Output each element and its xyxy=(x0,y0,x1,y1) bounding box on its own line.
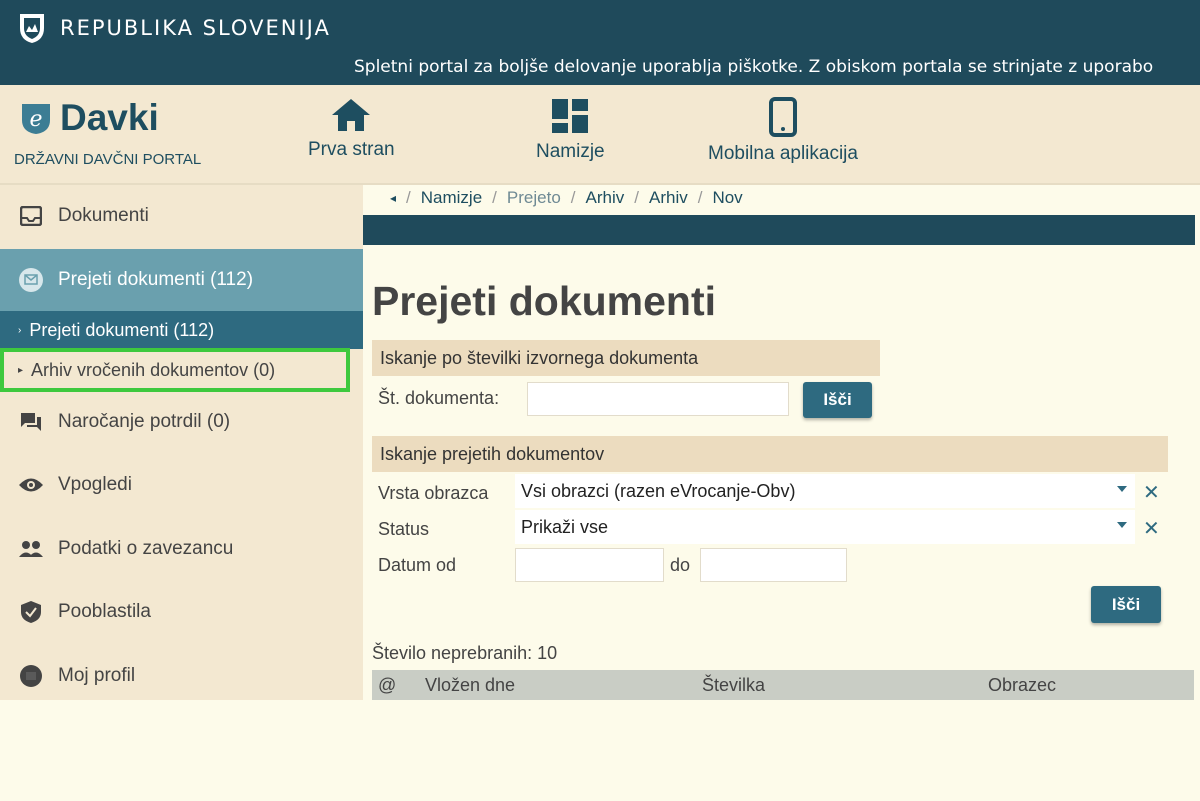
breadcrumb-item[interactable]: Nov xyxy=(712,188,742,208)
sidebar: Dokumenti Prejeti dokumenti (112) › Prej… xyxy=(0,185,363,700)
status-select[interactable]: Prikaži vse xyxy=(515,510,1135,544)
sidebar-sub-prejeti[interactable]: › Prejeti dokumenti (112) xyxy=(0,311,363,349)
logo-text: Davki xyxy=(60,97,159,138)
sidebar-item-label: Pooblastila xyxy=(58,601,151,622)
sidebar-item-podatki[interactable]: Podatki o zavezancu xyxy=(0,526,363,572)
shield-icon xyxy=(18,599,44,625)
page-title: Prejeti dokumenti xyxy=(372,278,717,324)
nav-home-label: Prva stran xyxy=(308,139,395,160)
inbox-icon xyxy=(18,203,44,229)
portal-subtitle: DRŽAVNI DAVČNI PORTAL xyxy=(14,151,202,168)
date-from-label: Datum od xyxy=(378,555,457,575)
sidebar-item-vpogledi[interactable]: Vpogledi xyxy=(0,462,363,508)
nav-namizje[interactable]: Namizje xyxy=(536,97,605,163)
form-type-select[interactable]: Vsi obrazci (razen eVrocanje-Obv) xyxy=(515,474,1135,508)
cookie-notice: Spletni portal za boljše delovanje upora… xyxy=(354,57,1154,77)
column-header-form[interactable]: Obrazec xyxy=(988,675,1056,696)
form-type-label: Vrsta obrazca xyxy=(378,483,489,503)
breadcrumb-item[interactable]: Namizje xyxy=(421,188,482,208)
breadcrumb: ◂ / Namizje / Prejeto / Arhiv / Arhiv / … xyxy=(390,188,743,208)
caret-right-icon: ▸ xyxy=(18,364,24,376)
clear-status-icon[interactable]: ✕ xyxy=(1143,516,1160,540)
sidebar-item-profil[interactable]: Moj profil xyxy=(0,653,363,699)
sidebar-sub-label: Prejeti dokumenti (112) xyxy=(29,319,215,340)
breadcrumb-item[interactable]: Arhiv xyxy=(586,188,625,208)
country-name: REPUBLIKA SLOVENIJA xyxy=(60,16,331,40)
breadcrumb-item[interactable]: Arhiv xyxy=(649,188,688,208)
search-doc-button[interactable]: Išči xyxy=(803,382,872,418)
edavki-logo[interactable]: e Davki xyxy=(18,97,159,139)
profile-icon xyxy=(18,663,44,689)
date-to-input[interactable] xyxy=(700,548,847,582)
sidebar-item-prejeti[interactable]: Prejeti dokumenti (112) xyxy=(0,249,363,311)
sidebar-item-dokumenti[interactable]: Dokumenti xyxy=(0,193,363,239)
unread-count: Število neprebranih: 10 xyxy=(372,643,558,663)
home-icon xyxy=(332,99,371,131)
chat-icon xyxy=(18,409,44,435)
form-type-value: Vsi obrazci (razen eVrocanje-Obv) xyxy=(521,480,796,501)
page-header-bar xyxy=(363,215,1195,245)
sidebar-item-label: Naročanje potrdil (0) xyxy=(58,411,231,432)
status-value: Prikaži vse xyxy=(521,516,609,537)
sidebar-item-label: Moj profil xyxy=(58,665,136,686)
eye-icon xyxy=(18,472,44,498)
svg-text:e: e xyxy=(29,107,42,132)
sidebar-item-label: Dokumenti xyxy=(58,205,149,226)
edavki-logo-icon: e xyxy=(22,104,50,134)
back-arrow-icon[interactable]: ◂ xyxy=(390,188,396,208)
dashboard-icon xyxy=(552,99,589,133)
header: e Davki DRŽAVNI DAVČNI PORTAL Prva stran… xyxy=(0,85,1200,185)
breadcrumb-item[interactable]: Prejeto xyxy=(507,188,561,208)
sidebar-item-label: Vpogledi xyxy=(58,474,132,495)
dropdown-arrow-icon xyxy=(1117,486,1127,492)
sidebar-item-label: Prejeti dokumenti (112) xyxy=(58,269,254,290)
coat-of-arms-icon xyxy=(20,14,44,43)
nav-mobile-app[interactable]: Mobilna aplikacija xyxy=(708,97,858,165)
clear-form-type-icon[interactable]: ✕ xyxy=(1143,480,1160,504)
sidebar-item-label: Podatki o zavezancu xyxy=(58,538,234,559)
column-header-number[interactable]: Številka xyxy=(702,675,765,696)
status-label: Status xyxy=(378,519,430,539)
nav-mobile-label: Mobilna aplikacija xyxy=(708,143,858,164)
section-received-heading: Iskanje prejetih dokumentov xyxy=(372,436,1168,472)
column-header-date[interactable]: Vložen dne xyxy=(425,675,515,696)
sidebar-item-narocanje[interactable]: Naročanje potrdil (0) xyxy=(0,399,363,445)
sidebar-sub-arhiv[interactable]: ▸ Arhiv vročenih dokumentov (0) xyxy=(0,348,350,392)
top-bar: REPUBLIKA SLOVENIJA Spletni portal za bo… xyxy=(0,0,1200,85)
doc-number-label: Št. dokumenta: xyxy=(378,388,500,408)
nav-namizje-label: Namizje xyxy=(536,141,605,162)
table-header: @ Vložen dne Številka Obrazec xyxy=(372,670,1194,700)
nav-home[interactable]: Prva stran xyxy=(308,97,395,161)
date-from-input[interactable] xyxy=(515,548,664,582)
date-to-label: do xyxy=(670,555,691,575)
column-header-at[interactable]: @ xyxy=(378,675,396,696)
search-received-button[interactable]: Išči xyxy=(1091,586,1161,623)
people-icon xyxy=(18,536,44,562)
mail-icon xyxy=(18,267,44,293)
sidebar-sub-label: Arhiv vročenih dokumentov (0) xyxy=(31,359,276,380)
dropdown-arrow-icon xyxy=(1117,522,1127,528)
doc-number-input[interactable] xyxy=(527,382,789,416)
section-doc-number-heading: Iskanje po številki izvornega dokumenta xyxy=(372,340,880,376)
chevron-right-icon: › xyxy=(18,324,22,336)
mobile-icon xyxy=(768,97,797,137)
sidebar-item-pooblastila[interactable]: Pooblastila xyxy=(0,589,363,635)
